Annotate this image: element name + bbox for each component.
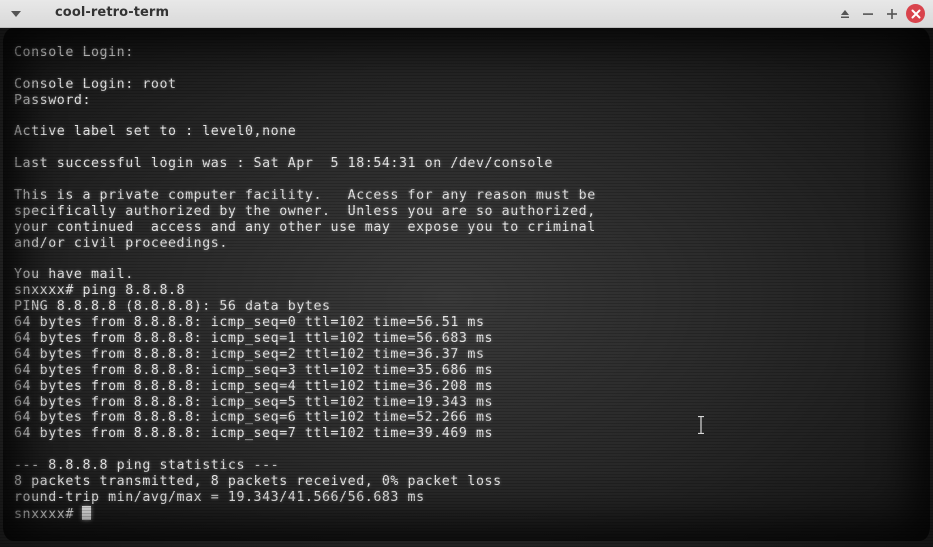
terminal-line: 64 bytes from 8.8.8.8: icmp_seq=2 ttl=10… <box>14 346 485 362</box>
terminal-line: Password: <box>14 92 91 108</box>
terminal-line: and/or civil proceedings. <box>14 235 228 251</box>
title-bar[interactable]: cool-retro-term <box>0 0 933 28</box>
terminal-line: snxxxx# ping 8.8.8.8 <box>14 283 186 299</box>
prompt-line[interactable]: snxxxx# <box>14 505 596 522</box>
terminal-line: your continued access and any other use … <box>14 219 596 235</box>
terminal-line: 64 bytes from 8.8.8.8: icmp_seq=6 ttl=10… <box>14 410 494 426</box>
window-title: cool-retro-term <box>55 5 170 20</box>
shell-prompt: snxxxx# <box>14 506 83 522</box>
terminal-line: --- 8.8.8.8 ping statistics --- <box>14 458 280 474</box>
terminal-line: PING 8.8.8.8 (8.8.8.8): 56 data bytes <box>14 299 331 315</box>
terminal-line: 64 bytes from 8.8.8.8: icmp_seq=1 ttl=10… <box>14 331 494 347</box>
block-cursor <box>82 505 92 520</box>
terminal-line: 64 bytes from 8.8.8.8: icmp_seq=0 ttl=10… <box>14 315 485 331</box>
terminal-line: Active label set to : level0,none <box>14 124 297 140</box>
terminal-line: 64 bytes from 8.8.8.8: icmp_seq=3 ttl=10… <box>14 362 494 378</box>
terminal-output[interactable]: Console Login: Console Login: root Passwor… <box>14 45 596 522</box>
terminal-line: This is a private computer facility. Acc… <box>14 188 596 204</box>
terminal-line: 64 bytes from 8.8.8.8: icmp_seq=5 ttl=10… <box>14 394 494 410</box>
terminal-line: You have mail. <box>14 267 134 283</box>
text-cursor-icon <box>698 416 704 434</box>
terminal-line: Console Login: root <box>14 76 177 92</box>
terminal-window: cool-retro-term Console Login: Console Lo… <box>0 0 933 547</box>
terminal-line: round-trip min/avg/max = 19.343/41.566/5… <box>14 489 425 505</box>
terminal-line: 64 bytes from 8.8.8.8: icmp_seq=4 ttl=10… <box>14 378 494 394</box>
terminal-line: Last successful login was : Sat Apr 5 18… <box>14 156 553 172</box>
maximize-icon[interactable] <box>883 5 901 23</box>
terminal-line: Console Login: <box>14 45 134 60</box>
chevron-down-icon[interactable] <box>8 6 24 22</box>
close-icon[interactable] <box>906 4 925 23</box>
crt-screen[interactable]: Console Login: Console Login: root Passwor… <box>0 28 933 547</box>
terminal-line: 64 bytes from 8.8.8.8: icmp_seq=7 ttl=10… <box>14 426 494 442</box>
terminal-line: 8 packets transmitted, 8 packets receive… <box>14 474 502 490</box>
shade-icon[interactable] <box>836 5 854 23</box>
minimize-icon[interactable] <box>859 5 877 23</box>
terminal-line: specifically authorized by the owner. Un… <box>14 203 596 219</box>
